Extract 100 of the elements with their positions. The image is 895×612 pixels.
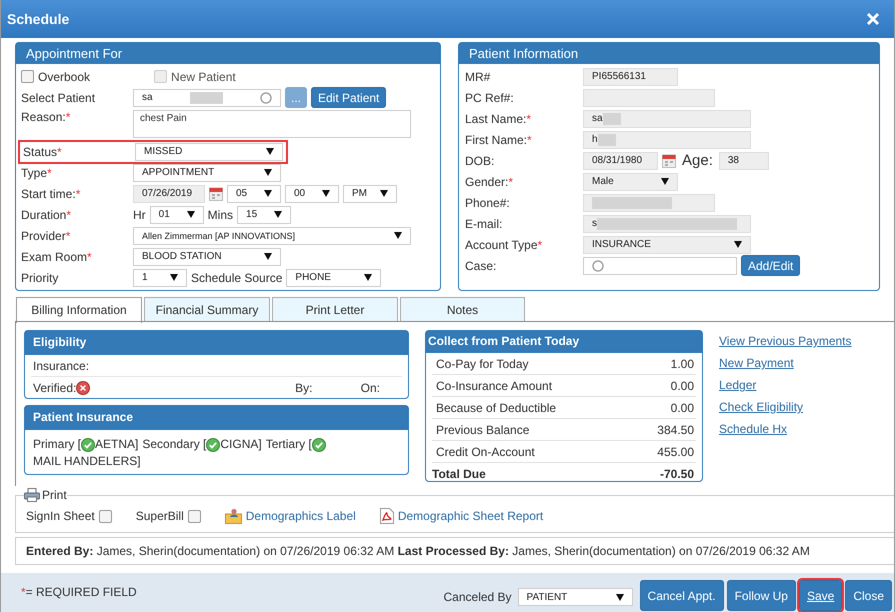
calendar-icon[interactable] <box>209 186 223 200</box>
insurance-name: MAIL HANDELERS] <box>33 453 141 470</box>
age-field[interactable]: 38 <box>718 152 769 170</box>
required-mark: * <box>87 250 92 264</box>
close-icon[interactable] <box>866 12 880 26</box>
checkbox[interactable] <box>98 510 112 522</box>
checkbox[interactable] <box>21 70 34 83</box>
pc-ref-field[interactable] <box>583 88 715 106</box>
table-cell: 455.00 <box>657 444 694 458</box>
checkbox-label: SuperBill <box>136 509 184 523</box>
table-cell: Total Due <box>432 466 486 480</box>
caret-icon <box>394 232 402 239</box>
field-label: Canceled By <box>444 590 512 604</box>
panel-header: Patient Insurance <box>25 406 408 430</box>
dropdown[interactable]: MISSED <box>135 142 283 160</box>
insurance-level: Tertiary [ <box>266 436 312 453</box>
reason-field[interactable]: chest Pain <box>133 110 411 138</box>
insurance-level: Secondary [ <box>142 436 206 453</box>
required-mark: * <box>66 110 70 124</box>
field-label: Provider <box>21 228 66 242</box>
required-mark: * <box>527 132 532 146</box>
table-cell: Credit On-Account <box>436 444 535 458</box>
link[interactable]: Schedule Hx <box>719 422 852 436</box>
folder-person-icon <box>224 508 242 524</box>
insurance-name: AETNA] <box>95 436 138 453</box>
date-field[interactable]: 07/26/2019 <box>133 184 205 202</box>
dropdown[interactable]: BLOOD STATION <box>133 248 281 266</box>
tab[interactable]: Financial Summary <box>144 297 270 321</box>
field-label: Select Patient <box>21 90 96 104</box>
field-label: DOB: <box>465 154 494 168</box>
dropdown[interactable]: 1 <box>133 268 187 286</box>
link[interactable]: Ledger <box>719 378 852 392</box>
table-cell: Co-Insurance Amount <box>436 378 552 392</box>
field-label: Phone#: <box>465 196 510 210</box>
dropdown[interactable]: 05 <box>227 184 281 202</box>
phone-field[interactable] <box>583 194 715 212</box>
patient-search-field[interactable]: sa <box>133 88 281 106</box>
edit-patient-button[interactable]: Edit Patient <box>311 87 386 108</box>
tab[interactable]: Billing Information <box>16 297 142 323</box>
dropdown[interactable]: APPOINTMENT <box>133 164 281 182</box>
insurance-name: CIGNA] <box>220 436 262 453</box>
age-label: Age: <box>682 152 713 169</box>
dropdown[interactable]: Allen Zimmerman [AP INNOVATIONS] <box>133 226 411 244</box>
link[interactable]: Check Eligibility <box>719 400 852 414</box>
field-label: Mins <box>208 208 234 222</box>
field-label: First Name: <box>465 132 528 146</box>
field-label: Schedule Source <box>191 270 282 284</box>
panel-header: Patient Information <box>459 43 879 64</box>
caret-icon <box>364 274 372 281</box>
dropdown[interactable]: 00 <box>285 184 339 202</box>
field-label: Start time: <box>21 186 76 200</box>
field-label: Account Type <box>465 238 538 252</box>
dropdown[interactable]: PHONE <box>286 268 382 286</box>
link[interactable]: New Payment <box>719 356 852 370</box>
footer-button[interactable]: Close <box>845 580 892 611</box>
panel-header: Appointment For <box>16 43 440 64</box>
table-cell: 0.00 <box>670 378 694 392</box>
checkbox-label: Overbook <box>38 70 90 84</box>
dropdown[interactable]: 01 <box>150 206 204 224</box>
caret-icon <box>264 253 272 260</box>
field-label: Exam Room <box>21 250 88 264</box>
mr-field[interactable]: PI65566131 <box>583 68 678 86</box>
last-name-field[interactable]: sa <box>583 110 751 128</box>
link[interactable]: View Previous Payments <box>719 334 852 348</box>
field-label: E-mail: <box>465 216 502 230</box>
checkbox-label: New Patient <box>171 70 236 84</box>
pdf-file-icon <box>380 508 394 524</box>
dropdown[interactable]: INSURANCE <box>583 236 751 254</box>
email-field[interactable]: s <box>583 214 751 232</box>
calendar-icon[interactable] <box>662 154 676 168</box>
footer-button[interactable]: Save <box>798 580 842 611</box>
panel-header: Collect from Patient Today <box>426 331 702 353</box>
dropdown[interactable]: PM <box>343 184 397 202</box>
dropdown[interactable]: Male <box>583 172 678 190</box>
dropdown[interactable]: 15 <box>237 206 292 224</box>
spinner-icon <box>260 92 272 104</box>
tab[interactable]: Notes <box>400 297 525 321</box>
field-label: By: <box>295 380 312 394</box>
required-mark: * <box>76 186 80 200</box>
caret-icon <box>264 190 272 197</box>
caret-icon <box>264 169 272 176</box>
link[interactable]: Demographic Sheet Report <box>398 509 544 523</box>
field-label: Hr <box>133 208 146 222</box>
checkbox[interactable] <box>188 510 201 522</box>
caret-icon <box>170 274 178 281</box>
printer-icon <box>24 488 40 502</box>
tab[interactable]: Print Letter <box>272 297 398 321</box>
add-edit-button[interactable]: Add/Edit <box>741 255 800 276</box>
first-name-field[interactable]: h <box>583 130 751 148</box>
link[interactable]: Demographics Label <box>246 509 356 523</box>
case-field[interactable] <box>583 256 737 274</box>
required-mark: * <box>538 238 542 252</box>
table-cell: Co-Pay for Today <box>436 356 528 370</box>
caret-icon <box>380 190 388 197</box>
footer-button[interactable]: Cancel Appt. <box>640 580 724 611</box>
dropdown[interactable]: PATIENT <box>518 588 633 606</box>
footer-button[interactable]: Follow Up <box>726 580 796 611</box>
window-title: Schedule <box>7 11 70 27</box>
table-cell: 384.50 <box>657 422 694 436</box>
dob-field[interactable]: 08/31/1980 <box>583 152 658 170</box>
